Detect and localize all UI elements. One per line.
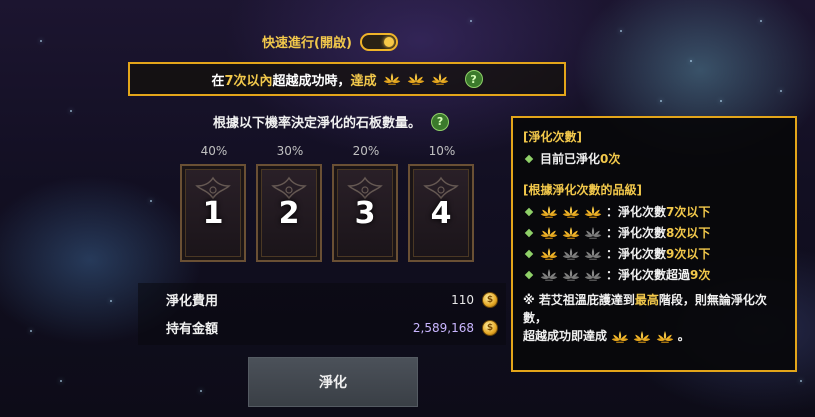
quick-progress: 快速進行(開啟) xyxy=(262,32,398,51)
banner-pre: 在 xyxy=(211,73,225,89)
slab-number: 4 xyxy=(430,195,452,231)
bullet-icon xyxy=(524,228,534,237)
gold-leaf-icon xyxy=(383,72,401,86)
gray-leaf-icon xyxy=(584,247,602,261)
slab-number: 3 xyxy=(354,195,376,231)
gray-leaf-icon xyxy=(562,247,580,261)
note-pre: ※ 若艾祖溫庇護達到 xyxy=(523,293,635,307)
slab-card: 2 xyxy=(256,164,322,262)
grade-row: ：淨化次數 9次以下 xyxy=(523,245,785,262)
gold-leaf-icon xyxy=(611,330,629,344)
slab-card: 3 xyxy=(332,164,398,262)
help-icon[interactable]: ? xyxy=(431,112,450,131)
grade-row: ：淨化次數超過 9次 xyxy=(523,266,785,283)
purify-fee-label: 淨化費用 xyxy=(166,294,219,309)
note-highlight: 最高 xyxy=(634,293,659,307)
slab-probability: 30% xyxy=(276,144,304,158)
slab-number: 1 xyxy=(202,195,224,231)
owned-gold-label: 持有金額 xyxy=(166,322,219,337)
grade-text: ：淨化次數超過 xyxy=(606,268,691,282)
rate-title: 根據以下機率決定淨化的石板數量。 ? xyxy=(213,112,450,131)
slab-number: 2 xyxy=(278,195,300,231)
rate-title-text: 根據以下機率決定淨化的石板數量。 xyxy=(213,116,422,131)
gold-leaf-icon xyxy=(584,205,602,219)
bullet-icon xyxy=(524,154,534,163)
purify-button[interactable]: 淨化 xyxy=(248,357,418,407)
slab-3: 20% 3 xyxy=(332,144,400,262)
gray-leaf-icon xyxy=(562,268,580,282)
owned-gold-value: 2,589,168 xyxy=(412,320,474,335)
cost-panel: 淨化費用 110 $ 持有金額 2,589,168 $ xyxy=(138,283,506,345)
gold-leaf-icon xyxy=(540,247,558,261)
slab-probability: 40% xyxy=(200,144,228,158)
banner-post: 達成 xyxy=(350,73,377,89)
banner-count: 7次以內 xyxy=(224,73,273,89)
quick-progress-toggle[interactable] xyxy=(359,32,398,51)
current-purify-count: 0次 xyxy=(600,152,621,166)
note-line2: 超越成功即達成 xyxy=(523,329,608,343)
gold-leaf-icon xyxy=(562,205,580,219)
gold-leaf-icon xyxy=(431,72,449,86)
gold-leaf-icon xyxy=(562,226,580,240)
purify-fee-row: 淨化費用 110 $ xyxy=(166,290,498,309)
current-purify-label: 目前已淨化 xyxy=(540,152,601,166)
slab-2: 30% 2 xyxy=(256,144,324,262)
slab-list: 40% 1 30% 2 20% 3 10% 4 xyxy=(180,144,500,264)
slab-card: 4 xyxy=(408,164,474,262)
bullet-icon xyxy=(524,270,534,279)
grade-text: ：淨化次數 xyxy=(606,247,667,261)
current-purify-row: 目前已淨化 0次 xyxy=(523,150,785,167)
purify-info-panel: [淨化次數] 目前已淨化 0次 [根據淨化次數的品級] ：淨化次數 7次以下 ：淨化次… xyxy=(511,116,797,372)
quick-progress-label: 快速進行(開啟) xyxy=(262,36,352,51)
grade-text: ：淨化次數 xyxy=(606,226,667,240)
owned-gold-row: 持有金額 2,589,168 $ xyxy=(166,318,498,337)
bullet-icon xyxy=(524,249,534,258)
grade-highlight: 9次以下 xyxy=(666,247,711,261)
gold-leaf-icon xyxy=(540,205,558,219)
success-condition-banner: 在7次以內超越成功時，達成 ? xyxy=(128,62,566,96)
slab-1: 40% 1 xyxy=(180,144,248,262)
purify-fee-value: 110 xyxy=(451,292,474,307)
gold-leaf-icon xyxy=(407,72,425,86)
gold-leaf-icon xyxy=(656,330,674,344)
banner-mid: 超越成功時， xyxy=(272,73,351,89)
gold-leaf-icon xyxy=(540,226,558,240)
purify-count-title: [淨化次數] xyxy=(523,130,582,144)
note: ※ 若艾祖溫庇護達到最高階段，則無論淨化次數， 超越成功即達成 。 xyxy=(523,291,785,345)
gray-leaf-icon xyxy=(584,268,602,282)
note-end: 。 xyxy=(677,329,690,343)
grade-row: ：淨化次數 8次以下 xyxy=(523,224,785,241)
gold-coin-icon: $ xyxy=(482,319,498,336)
slab-probability: 10% xyxy=(428,144,456,158)
grade-title: [根據淨化次數的品級] xyxy=(523,183,642,197)
slab-probability: 20% xyxy=(352,144,380,158)
grade-highlight: 9次 xyxy=(690,268,711,282)
bullet-icon xyxy=(524,207,534,216)
grade-row: ：淨化次數 7次以下 xyxy=(523,203,785,220)
gray-leaf-icon xyxy=(584,226,602,240)
slab-4: 10% 4 xyxy=(408,144,476,262)
toggle-knob xyxy=(383,36,394,47)
grade-text: ：淨化次數 xyxy=(606,205,667,219)
gold-coin-icon: $ xyxy=(482,291,498,308)
grade-highlight: 8次以下 xyxy=(666,226,711,240)
help-icon[interactable]: ? xyxy=(464,70,483,88)
banner-text: 在7次以內超越成功時，達成 xyxy=(211,70,376,89)
slab-card: 1 xyxy=(180,164,246,262)
gray-leaf-icon xyxy=(540,268,558,282)
gold-leaf-icon xyxy=(633,330,651,344)
grade-highlight: 7次以下 xyxy=(666,205,711,219)
